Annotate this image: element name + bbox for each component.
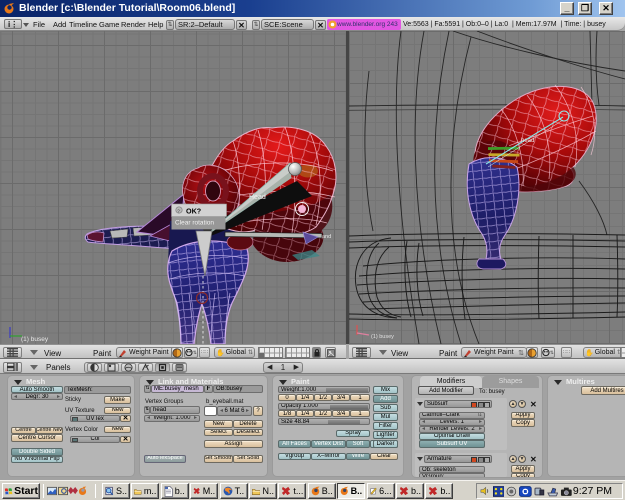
svg-text:head: head (521, 138, 534, 144)
svg-text:OK?: OK? (186, 207, 201, 216)
svg-text:Clear rotation: Clear rotation (175, 220, 214, 227)
svg-text:(1) busey: (1) busey (21, 336, 49, 343)
svg-text:(1) busey: (1) busey (371, 334, 394, 340)
svg-text:and: and (322, 234, 331, 240)
svg-text:Head: Head (249, 194, 266, 201)
